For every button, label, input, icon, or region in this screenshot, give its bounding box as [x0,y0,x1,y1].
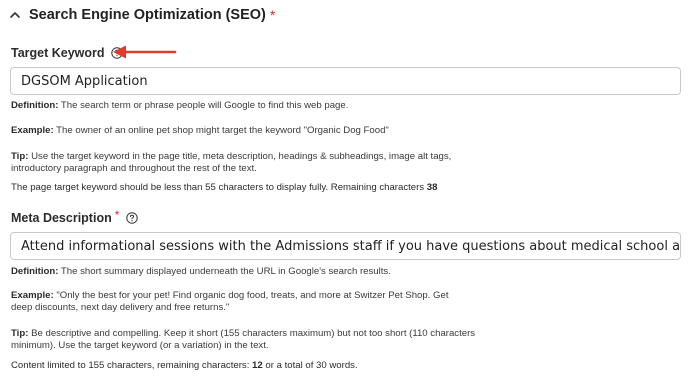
seo-section-header[interactable]: Search Engine Optimization (SEO) * [9,5,275,25]
example-label: Example: [11,125,54,136]
tip-label: Tip: [11,151,29,162]
definition-text: The search term or phrase people will Go… [58,100,349,111]
definition-label: Definition: [11,100,59,111]
char-count-value: 12 [252,360,263,371]
char-count-prefix: Content limited to 155 characters, remai… [11,360,253,371]
char-count-text: The page target keyword should be less t… [11,182,427,193]
target-keyword-definition: Definition: The search term or phrase pe… [11,100,571,112]
example-text: The owner of an online pet shop might ta… [53,125,389,136]
example-label: Example: [11,290,54,301]
meta-description-value: Attend informational sessions with the A… [21,238,681,254]
meta-description-input[interactable]: Attend informational sessions with the A… [10,232,681,260]
target-keyword-label: Target Keyword [11,46,105,60]
help-icon[interactable] [126,212,139,224]
meta-description-label: Meta Description [11,211,112,225]
target-keyword-input[interactable]: DGSOM Application [10,67,681,95]
meta-description-definition: Definition: The short summary displayed … [11,266,571,278]
required-indicator: * [269,7,276,23]
target-keyword-tip: Tip: Use the target keyword in the page … [11,151,501,175]
chevron-up-icon[interactable] [9,9,21,21]
required-indicator: * [114,208,120,222]
meta-description-example: Example: "Only the best for your pet! Fi… [11,290,471,314]
target-keyword-char-count: The page target keyword should be less t… [11,182,437,193]
tip-label: Tip: [11,328,29,339]
definition-label: Definition: [11,266,59,277]
meta-description-char-count: Content limited to 155 characters, remai… [11,360,358,371]
section-title: Search Engine Optimization (SEO) [29,7,266,23]
example-text: "Only the best for your pet! Find organi… [11,290,449,313]
tip-text: Be descriptive and compelling. Keep it s… [11,328,476,351]
char-count-value: 38 [426,182,438,193]
meta-description-label-row: Meta Description * [11,208,139,225]
target-keyword-example: Example: The owner of an online pet shop… [11,125,571,137]
meta-description-tip: Tip: Be descriptive and compelling. Keep… [11,328,491,352]
target-keyword-label-row: Target Keyword [11,46,123,60]
arrow-left-icon [113,45,177,59]
tip-text: Use the target keyword in the page title… [11,151,452,174]
char-count-suffix: or a total of 30 words. [262,360,358,371]
target-keyword-value: DGSOM Application [21,73,148,89]
definition-text: The short summary displayed underneath t… [58,266,391,277]
